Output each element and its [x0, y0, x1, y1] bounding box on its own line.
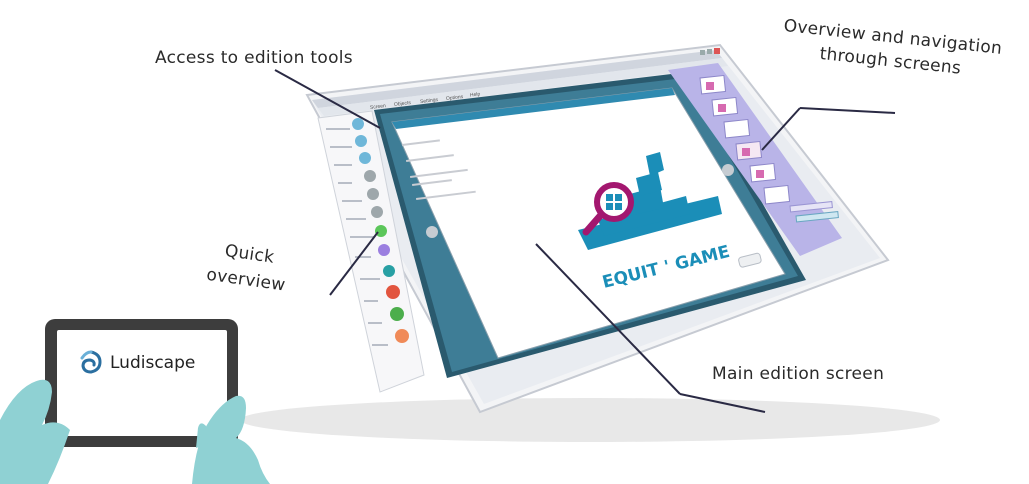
tablet-brand-text: Ludiscape — [110, 353, 196, 373]
maximize-icon[interactable] — [707, 49, 712, 54]
device-shadow — [240, 398, 940, 442]
next-screen-arrow-icon[interactable] — [722, 164, 734, 176]
annotation-edition-tools: Access to edition tools — [155, 48, 353, 68]
close-icon[interactable] — [714, 48, 720, 54]
annotation-main-edition-screen: Main edition screen — [712, 364, 885, 384]
ludiscape-swirl-icon — [80, 350, 102, 374]
prev-screen-arrow-icon[interactable] — [426, 226, 438, 238]
annotation-quick-overview: Quick overview — [205, 236, 291, 299]
menu-item-help[interactable]: Help — [470, 91, 481, 98]
minimize-icon[interactable] — [700, 50, 705, 55]
scene-canvas: EQUIT ' GAME — [0, 43, 940, 484]
tablet-logo: Ludiscape — [78, 350, 195, 376]
